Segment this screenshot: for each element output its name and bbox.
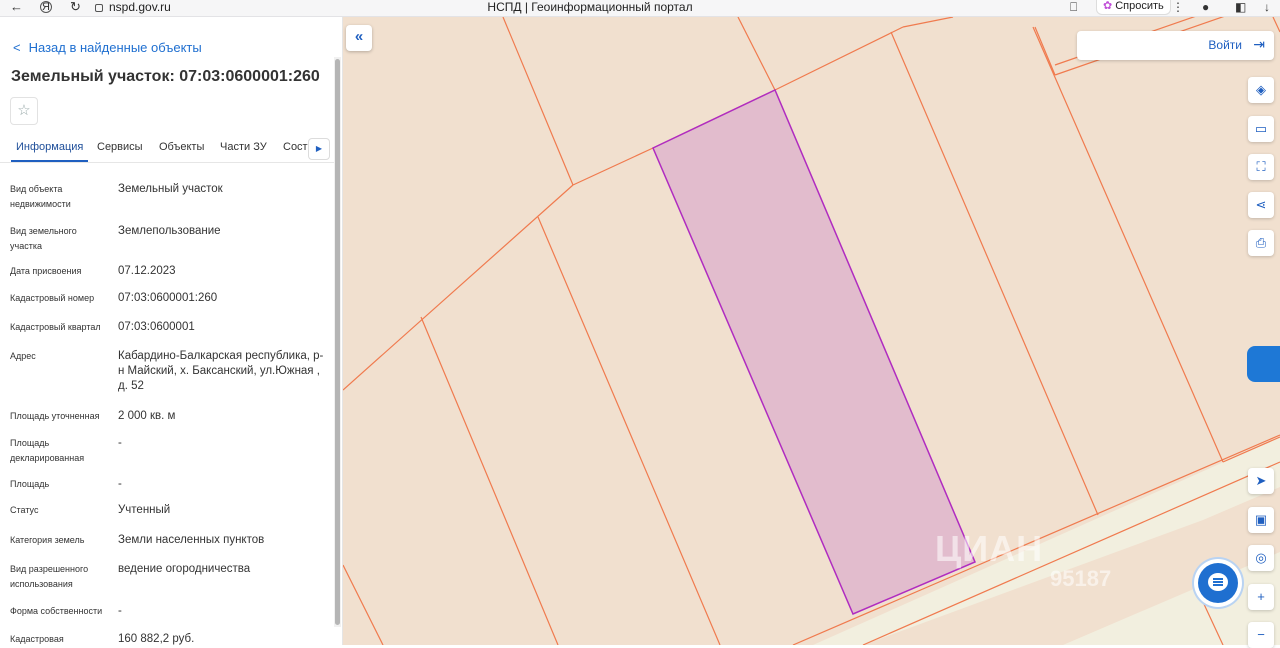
print-icon: ⎙	[1255, 235, 1267, 250]
attribute-label: Адрес	[10, 351, 36, 361]
geolocation-button[interactable]: ◎	[1248, 545, 1274, 571]
chevron-left-icon: <	[13, 40, 21, 55]
attribute-label: Дата присвоения	[10, 266, 82, 276]
attribute-value: Учтенный	[118, 504, 171, 516]
minimap-button[interactable]: ▣	[1248, 507, 1274, 533]
cadastral-map	[343, 17, 1280, 645]
attribute-value: Земельный участок	[118, 183, 223, 195]
sidebar-icon[interactable]: ◧	[1235, 0, 1246, 14]
attribute-value: 07:03:0600001:260	[118, 292, 218, 304]
ruler-icon: ▭	[1254, 121, 1268, 136]
map-canvas[interactable]	[343, 17, 1280, 645]
login-button[interactable]: Войти ⇥	[1077, 31, 1274, 60]
ai-icon: ✿	[1103, 0, 1113, 12]
attribute-value: Кабардино-Балкарская республика, р-н Май…	[118, 350, 324, 392]
ask-button[interactable]: ✿ Спросить	[1096, 0, 1171, 15]
favorite-star-button[interactable]: ☆	[10, 97, 38, 125]
tab-services[interactable]: Сервисы	[97, 141, 143, 153]
collapse-panel-button[interactable]: «	[346, 25, 372, 51]
attribute-label: Вид земельного участка	[10, 226, 77, 251]
attribute-value: Землепользование	[118, 225, 221, 237]
attribute-label: Вид разрешенного использования	[10, 564, 89, 589]
info-tabs: Информация Сервисы Объекты Части ЗУ Сост…	[0, 137, 335, 163]
chat-bubble-icon	[1208, 573, 1228, 591]
assistant-tab[interactable]	[1247, 346, 1280, 382]
attribute-value: 07.12.2023	[118, 265, 176, 277]
browser-toolbar: ← Я ↻ nspd.gov.ru НСПД | Геоинформационн…	[0, 0, 1280, 17]
back-to-results-link[interactable]: < Назад в найденные объекты	[13, 40, 202, 55]
zoom-in-button[interactable]: +	[1248, 584, 1274, 610]
zoom-out-icon: −	[1257, 627, 1265, 642]
attribute-value: -	[118, 478, 122, 490]
minimap-icon: ▣	[1254, 512, 1268, 527]
select-area-button[interactable]: ⛶	[1248, 154, 1274, 180]
share-icon: ⋖	[1255, 197, 1267, 212]
tab-parcel-parts[interactable]: Части ЗУ	[220, 141, 267, 153]
chat-button[interactable]	[1198, 563, 1238, 603]
tab-composition[interactable]: Соста	[283, 141, 308, 153]
attribute-label: Кадастровая	[10, 634, 64, 644]
watermark-id: 95187	[1050, 566, 1112, 591]
locate-button[interactable]: ➤	[1248, 468, 1274, 494]
caret-right-icon: ▶	[315, 144, 323, 153]
share-button[interactable]: ⋖	[1248, 192, 1274, 218]
download-icon[interactable]: ↓	[1264, 0, 1270, 14]
ask-label: Спросить	[1115, 0, 1164, 12]
menu-dots-icon[interactable]: ⋮	[1172, 0, 1184, 14]
attribute-label: Площадь уточненная	[10, 411, 100, 421]
geolocation-icon: ◎	[1255, 550, 1267, 565]
zoom-out-button[interactable]: −	[1248, 622, 1274, 648]
attribute-label: Вид объекта недвижимости	[10, 184, 71, 209]
bookmark-icon[interactable]: ⎕	[1070, 0, 1077, 14]
login-arrow-icon: ⇥	[1253, 36, 1265, 52]
attribute-label: Кадастровый квартал	[10, 322, 101, 332]
locate-icon: ➤	[1255, 473, 1267, 488]
attribute-label: Площадь декларированная	[10, 438, 85, 463]
attribute-label: Форма собственности	[10, 606, 103, 616]
tab-information[interactable]: Информация	[10, 141, 89, 162]
star-icon: ☆	[17, 102, 31, 119]
attribute-label: Площадь	[10, 479, 50, 489]
attribute-value: -	[118, 437, 122, 449]
attribute-label: Статус	[10, 505, 39, 515]
ruler-button[interactable]: ▭	[1248, 116, 1274, 142]
attribute-value: 2 000 кв. м	[118, 410, 176, 422]
attribute-value: Земли населенных пунктов	[118, 534, 265, 546]
layers-button[interactable]: ◈	[1248, 77, 1274, 103]
sidebar-scrollbar-thumb[interactable]	[335, 59, 340, 625]
layers-icon: ◈	[1256, 82, 1266, 97]
attribute-label: Кадастровый номер	[10, 293, 95, 303]
back-label: Назад в найденные объекты	[28, 40, 202, 55]
double-chevron-left-icon: «	[354, 28, 364, 45]
zoom-in-icon: +	[1257, 589, 1265, 604]
page-title: Земельный участок: 07:03:0600001:260	[11, 68, 320, 85]
attribute-value: 160 882,2 руб.	[118, 633, 195, 645]
selected-parcel[interactable]	[652, 88, 976, 615]
tab-objects[interactable]: Объекты	[159, 141, 204, 153]
select-area-icon: ⛶	[1256, 159, 1266, 174]
print-button[interactable]: ⎙	[1248, 230, 1274, 256]
object-info-panel: < Назад в найденные объекты Земельный уча…	[0, 17, 343, 645]
attribute-value: ведение огородничества	[118, 563, 251, 575]
page-tab-title: НСПД | Геоинформационный портал	[487, 0, 693, 14]
attribute-label: Категория земель	[10, 535, 85, 545]
attribute-value: -	[118, 605, 122, 617]
extension-icon[interactable]: ●	[1202, 0, 1209, 14]
watermark-logo: ЦИАН	[935, 528, 1044, 569]
tabs-scroll-right-button[interactable]: ▶	[308, 138, 330, 160]
login-label: Войти	[1208, 38, 1242, 52]
attribute-value: 07:03:0600001	[118, 321, 195, 333]
